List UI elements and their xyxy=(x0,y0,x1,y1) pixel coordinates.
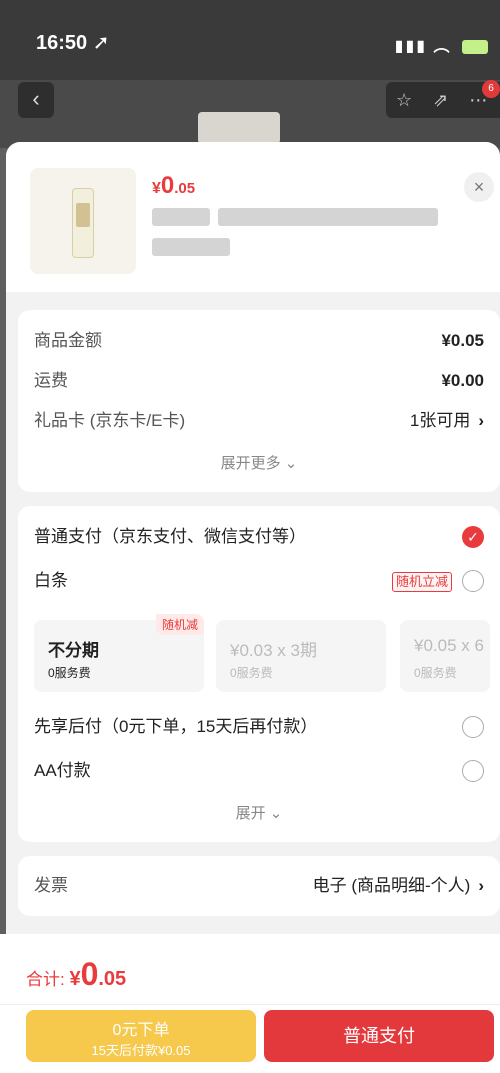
chevron-right-icon: › xyxy=(478,411,484,430)
wifi-icon: ︵ xyxy=(433,38,452,55)
order-now-pay-later-button[interactable]: 0元下单 15天后付款¥0.05 xyxy=(26,1010,256,1062)
installment-6[interactable]: ¥0.05 x 6 0服务费 xyxy=(400,620,490,692)
random-discount-tag: 随机立减 xyxy=(391,572,452,592)
invoice-label: 发票 xyxy=(34,876,68,895)
signal-icon: ▮▮▮ xyxy=(394,38,428,55)
gift-card-row[interactable]: 礼品卡 (京东卡/E卡) 1张可用 › xyxy=(34,406,484,436)
product-card: ¥0.05 × xyxy=(6,142,500,292)
normal-pay-button[interactable]: 普通支付 xyxy=(264,1010,494,1062)
product-thumbnail xyxy=(30,168,136,274)
product-title-blurred xyxy=(218,208,438,226)
gift-card-value: 1张可用 › xyxy=(410,406,484,436)
expand-button[interactable]: 展开 ⌄ xyxy=(18,802,500,823)
close-icon[interactable]: × xyxy=(464,172,494,202)
invoice-value: 电子 (商品明细-个人) › xyxy=(313,871,484,901)
message-badge: 6 xyxy=(482,80,500,98)
installment-3[interactable]: ¥0.03 x 3期 0服务费 xyxy=(216,620,386,692)
back-button[interactable]: ‹ xyxy=(18,82,54,118)
product-image-backdrop xyxy=(198,112,280,144)
invoice-row[interactable]: 发票 电子 (商品明细-个人) › xyxy=(18,856,500,916)
checkout-footer: 合计: ¥0.05 0元下单 15天后付款¥0.05 普通支付 xyxy=(0,934,500,1073)
chevron-right-icon: › xyxy=(478,876,484,895)
battery-icon xyxy=(462,39,488,54)
normal-pay-checked-icon[interactable]: ✓ xyxy=(462,526,484,548)
product-title-blurred xyxy=(152,238,230,256)
aa-pay-radio[interactable] xyxy=(462,760,484,782)
divider xyxy=(0,1004,500,1005)
payment-methods: 普通支付（京东支付、微信支付等） ✓ 白条 随机立减 随机减 不分期 0服务费 … xyxy=(18,506,500,842)
goods-amount: ¥0.05 xyxy=(441,331,484,350)
status-time: 16:50 ➚ xyxy=(36,32,110,54)
installment-none[interactable]: 随机减 不分期 0服务费 xyxy=(34,614,204,692)
goods-amount-row: 商品金额 ¥0.05 xyxy=(34,326,484,356)
shipping-amount: ¥0.00 xyxy=(441,371,484,390)
pay-later-option[interactable]: 先享后付（0元下单，15天后再付款） xyxy=(34,712,484,742)
aa-pay-option[interactable]: AA付款 xyxy=(34,756,484,786)
status-icons: ▮▮▮ ︵ xyxy=(395,32,488,56)
random-discount-ribbon: 随机减 xyxy=(155,614,204,635)
normal-pay-option[interactable]: 普通支付（京东支付、微信支付等） xyxy=(34,522,484,552)
amount-summary: 商品金额 ¥0.05 运费 ¥0.00 礼品卡 (京东卡/E卡) 1张可用 › 展… xyxy=(18,310,500,492)
product-title-blurred xyxy=(152,208,210,226)
expand-more-button[interactable]: 展开更多 ⌄ xyxy=(18,452,500,473)
pay-later-radio[interactable] xyxy=(462,716,484,738)
total-amount: 合计: ¥0.05 xyxy=(26,956,127,992)
status-bar: 16:50 ➚ ▮▮▮ ︵ xyxy=(0,0,500,80)
product-price: ¥0.05 xyxy=(152,172,196,199)
baitiao-radio[interactable] xyxy=(462,570,484,592)
shipping-row: 运费 ¥0.00 xyxy=(34,366,484,396)
